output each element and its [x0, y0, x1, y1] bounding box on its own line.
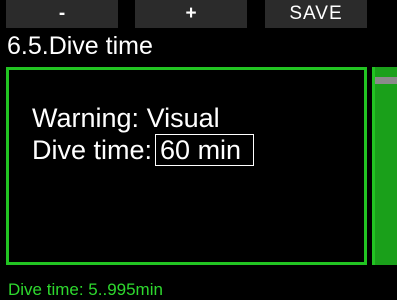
dive-time-value-field[interactable]: 60 min: [155, 134, 255, 166]
dive-time-row[interactable]: Dive time: 60 min: [32, 134, 255, 166]
range-hint: Dive time: 5..995min: [8, 280, 163, 299]
scrollbar-thumb[interactable]: [375, 77, 397, 84]
warning-label: Warning:: [32, 103, 140, 133]
save-button[interactable]: SAVE: [265, 0, 367, 28]
scrollbar[interactable]: [372, 67, 397, 265]
softkey-bar: - + SAVE: [0, 0, 397, 32]
warning-row[interactable]: Warning: Visual: [32, 102, 220, 134]
increase-button[interactable]: +: [135, 0, 247, 28]
decrease-button[interactable]: -: [6, 0, 118, 28]
settings-panel: Warning: Visual Dive time: 60 min: [6, 67, 367, 265]
warning-value[interactable]: Visual: [147, 103, 220, 133]
page-title: 6.5.Dive time: [7, 32, 153, 60]
dive-time-label: Dive time:: [32, 135, 153, 165]
